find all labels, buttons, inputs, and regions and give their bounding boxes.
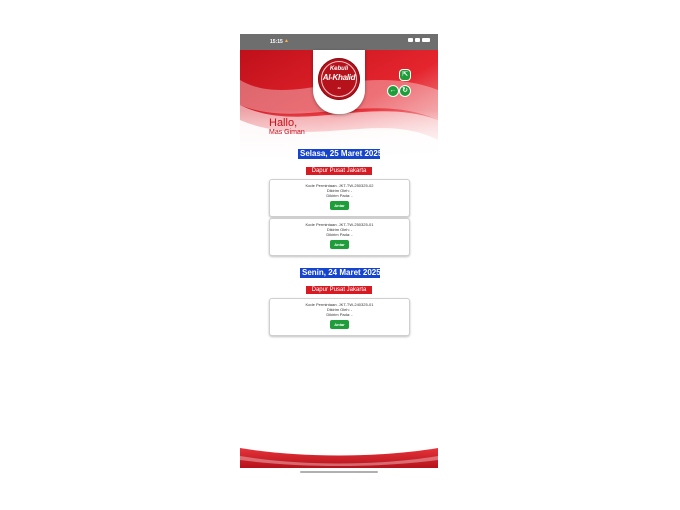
greeting: Hallo, Mas Giman — [269, 117, 305, 136]
refresh-icon: ↻ — [402, 87, 408, 94]
antar-button[interactable]: Antar — [330, 240, 349, 249]
warning-icon: ▲ — [284, 38, 289, 44]
antar-button[interactable]: Antar — [330, 201, 349, 210]
dikirim-pada: Dikirim Pada: - — [326, 193, 353, 198]
date-badge: Selasa, 25 Maret 2025 — [298, 149, 383, 159]
refresh-button[interactable]: ↻ — [400, 86, 410, 96]
home-indicator[interactable] — [300, 471, 378, 473]
arrow-left-icon: ← — [389, 87, 397, 94]
logo-line1: Kebuli — [329, 66, 349, 72]
battery-icon — [422, 38, 430, 42]
greeting-hallo: Hallo, — [269, 117, 298, 129]
export-icon: ⇱ — [402, 71, 408, 78]
date-badge: Senin, 24 Maret 2025 — [300, 268, 381, 278]
antar-button[interactable]: Antar — [330, 320, 349, 329]
greeting-name: Mas Giman — [269, 129, 305, 136]
status-icons — [408, 38, 430, 42]
export-button[interactable]: ⇱ — [400, 70, 410, 80]
signal-icon — [408, 38, 413, 42]
dikirim-pada: Dikirim Pada: - — [326, 312, 353, 317]
back-button[interactable]: ← — [388, 86, 398, 96]
dikirim-pada: Dikirim Pada: - — [326, 232, 353, 237]
request-card: Kode Permintaan: JKT-TW-240325-01 Dikiri… — [269, 298, 410, 336]
logo-small: Jkt — [337, 86, 341, 90]
logo-line2: Al-Khalid — [322, 73, 356, 82]
status-time: 15:15 — [270, 39, 283, 45]
location-badge: Dapur Pusat Jakarta — [306, 167, 372, 175]
logo-card: Kebuli Al-Khalid Jkt — [313, 50, 365, 114]
request-card: Kode Permintaan: JKT-TW-250325-02 Dikiri… — [269, 179, 410, 217]
request-card: Kode Permintaan: JKT-TW-250325-01 Dikiri… — [269, 218, 410, 256]
phone-screen: 15:15 ▲ Kebuli Al-Khalid Jkt ⇱ ← ↻ Hallo… — [240, 34, 438, 476]
status-bar: 15:15 ▲ — [240, 34, 438, 50]
footer-wave-background — [240, 448, 438, 468]
location-badge: Dapur Pusat Jakarta — [306, 286, 372, 294]
brand-logo: Kebuli Al-Khalid Jkt — [318, 58, 360, 100]
wifi-icon — [415, 38, 420, 42]
